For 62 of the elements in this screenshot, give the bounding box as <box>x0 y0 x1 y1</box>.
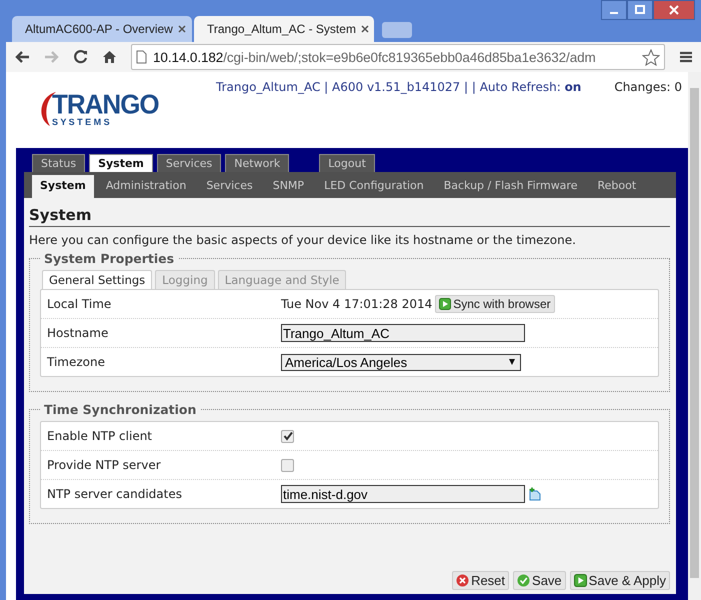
hostname-field[interactable]: Trango_Altum_AC <box>281 324 525 342</box>
ntp-server-field[interactable]: time.nist-d.gov <box>281 485 525 503</box>
save-apply-button[interactable]: Save & Apply <box>570 571 670 590</box>
section-title: Time Synchronization <box>43 402 198 417</box>
reset-button[interactable]: Reset <box>452 571 510 590</box>
submenu-tab[interactable]: Reboot <box>589 175 644 198</box>
field-label: Local Time <box>47 297 112 311</box>
tab-title: Trango_Altum_AC - System <box>207 22 356 36</box>
maximize-button[interactable] <box>627 0 653 20</box>
menu-tab[interactable]: Network <box>225 154 290 172</box>
device-info: Trango_Altum_AC | A600 v1.51_b141027 | | Auto Refresh: on <box>216 80 582 94</box>
sync-button[interactable]: Sync with browser <box>435 295 555 313</box>
add-entry-icon[interactable] <box>528 487 542 501</box>
reload-icon[interactable] <box>74 50 88 64</box>
page-description: Here you can configure the basic aspects of your device like its hostname or the timezone. <box>29 233 577 247</box>
menu-tab[interactable]: Services <box>156 154 222 172</box>
close-icon <box>669 5 679 15</box>
field-label: Hostname <box>47 326 110 340</box>
close-button[interactable] <box>653 0 695 20</box>
page-icon <box>136 50 147 64</box>
check-icon <box>517 574 530 587</box>
browser-tab[interactable]: Trango_Altum_AC - System <box>194 16 374 42</box>
close-icon[interactable] <box>360 25 369 33</box>
field-label: Enable NTP client <box>47 429 154 443</box>
close-icon[interactable] <box>178 25 186 33</box>
minimize-icon <box>610 12 618 14</box>
tab-title: AltumAC600-AP - Overview <box>25 22 173 36</box>
settings-tab[interactable]: General Settings <box>42 270 152 289</box>
minimize-button[interactable] <box>601 0 627 20</box>
play-icon <box>439 298 452 310</box>
play-icon <box>574 574 587 587</box>
field-label: Provide NTP server <box>47 458 162 472</box>
field-label: NTP server candidates <box>47 487 183 501</box>
maximize-icon <box>635 5 645 15</box>
submenu-tab[interactable]: System <box>32 175 94 198</box>
address-field[interactable]: 10.14.0.182/cgi-bin/web/;stok=e9b6e0fc819365ebb0a46d85ba1e3632/adm <box>131 44 665 70</box>
save-button[interactable]: Save <box>513 571 566 590</box>
cancel-icon <box>456 574 470 587</box>
logo-text: TRANGO <box>52 90 159 118</box>
checkbox[interactable] <box>281 430 294 442</box>
browser-tab[interactable]: AltumAC600-AP - Overview <box>12 16 192 42</box>
submenu-tab[interactable]: Administration <box>98 175 194 198</box>
submenu-tab[interactable]: LED Configuration <box>316 175 432 198</box>
scrollbar[interactable] <box>688 72 701 600</box>
checkbox[interactable] <box>281 458 294 472</box>
page-title: System <box>29 206 670 227</box>
menu-icon[interactable] <box>679 51 693 63</box>
timezone-dropdown[interactable]: America/Los Angeles <box>281 354 521 370</box>
time-value: Tue Nov 4 17:01:28 2014 <box>281 297 432 311</box>
field-label: Timezone <box>47 355 106 369</box>
menu-tab[interactable]: System <box>89 154 153 172</box>
submenu-tab[interactable]: Backup / Flash Firmware <box>436 175 586 198</box>
logo-subtext: S Y S T E M S <box>52 117 111 127</box>
menu-tab[interactable]: Logout <box>319 154 375 172</box>
submenu-tab[interactable]: Services <box>198 175 261 198</box>
home-icon[interactable] <box>102 50 117 64</box>
submenu-tab[interactable]: SNMP <box>264 175 312 198</box>
back-icon[interactable] <box>14 50 30 64</box>
star-icon[interactable] <box>642 48 660 66</box>
menu-tab[interactable]: Status <box>32 154 86 172</box>
changes-count: Changes: 0 <box>614 80 682 94</box>
section-title: System Properties <box>43 251 176 266</box>
